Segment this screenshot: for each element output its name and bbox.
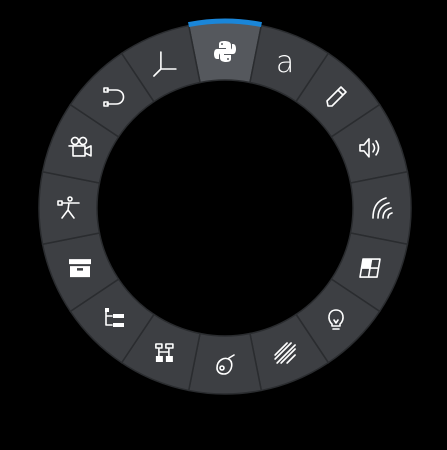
pie-menu: a bbox=[0, 0, 447, 450]
pie-menu-ring: a bbox=[38, 18, 412, 395]
pie-item-paint-bucket[interactable] bbox=[187, 332, 263, 395]
archive-icon bbox=[69, 259, 91, 278]
svg-text:a: a bbox=[276, 45, 294, 80]
font-icon: a bbox=[276, 45, 294, 80]
pie-segment[interactable] bbox=[38, 170, 101, 246]
pie-segment[interactable] bbox=[187, 332, 263, 395]
pie-item-armature[interactable] bbox=[38, 170, 101, 246]
